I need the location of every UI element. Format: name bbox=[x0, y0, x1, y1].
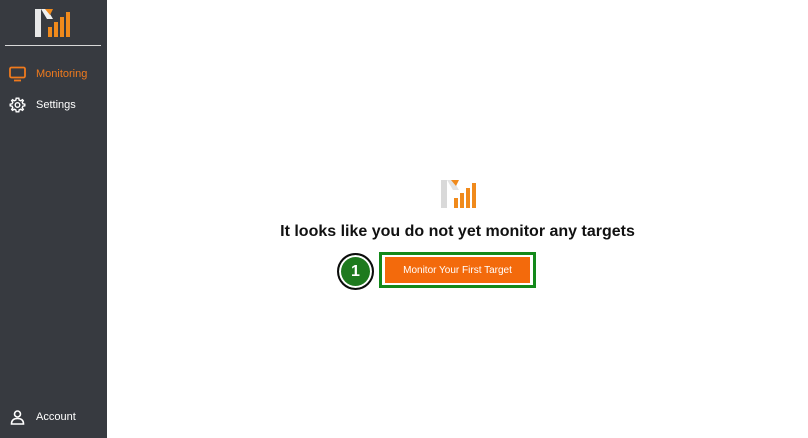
empty-state-title: It looks like you do not yet monitor any… bbox=[280, 223, 635, 240]
monitor-first-target-button[interactable]: Monitor Your First Target bbox=[384, 256, 531, 284]
brand-logo-icon bbox=[441, 180, 476, 208]
sidebar-divider bbox=[5, 45, 101, 46]
sidebar-item-label: Settings bbox=[36, 99, 76, 111]
sidebar: Monitoring Settings Account bbox=[0, 0, 107, 438]
user-icon bbox=[10, 410, 25, 425]
sidebar-item-label: Monitoring bbox=[36, 68, 88, 80]
sidebar-item-settings[interactable]: Settings bbox=[0, 93, 107, 117]
sidebar-item-monitoring[interactable]: Monitoring bbox=[0, 62, 107, 86]
sidebar-item-account[interactable]: Account bbox=[0, 405, 107, 429]
step-badge: 1 bbox=[337, 253, 374, 290]
monitor-icon bbox=[9, 66, 26, 82]
gear-icon bbox=[9, 97, 26, 113]
sidebar-item-label: Account bbox=[36, 411, 76, 423]
brand-logo-icon bbox=[35, 9, 70, 37]
